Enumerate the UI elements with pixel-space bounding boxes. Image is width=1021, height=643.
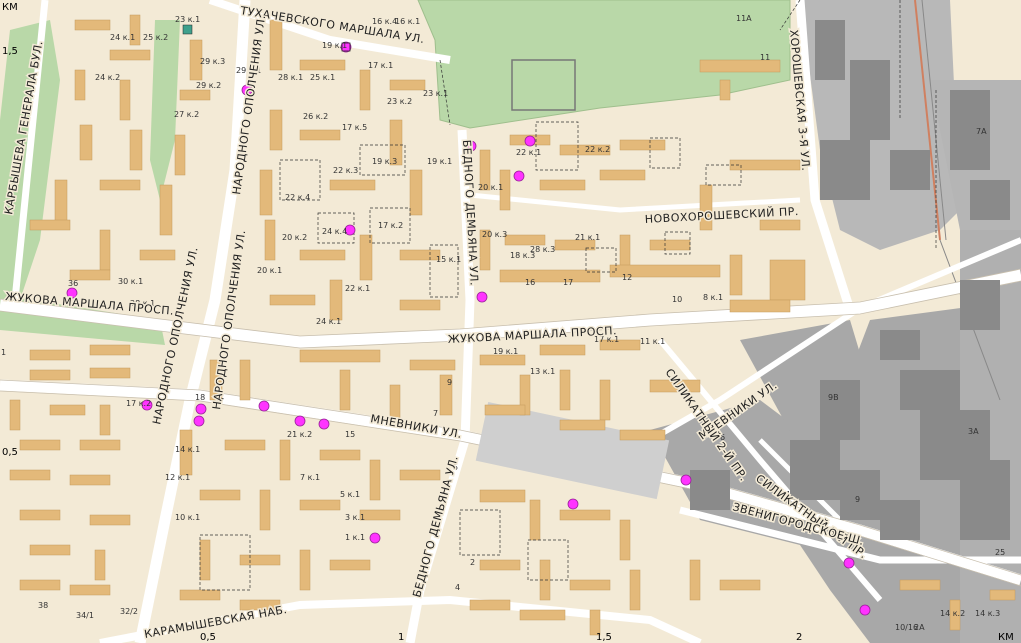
bldg-label-16: 23 к.2 xyxy=(387,97,412,106)
bldg-label-18: 26 к.2 xyxy=(303,112,328,121)
bldg-label-71: 9 xyxy=(855,495,860,504)
scale-bottom-2: 2 xyxy=(796,632,802,643)
bldg-label-19: 19 к.3 xyxy=(372,157,397,166)
bldg-label-48: 11 к.1 xyxy=(640,337,665,346)
bldg-label-11: 27 к.2 xyxy=(174,110,199,119)
bldg-label-17: 25 к.1 xyxy=(310,73,335,82)
map-viewport[interactable]: 23 к.1 19 к.1 16 к.4 16 к.1 24 к.1 24 к.… xyxy=(0,0,1021,643)
bldg-label-36: 12 xyxy=(622,273,632,282)
bldg-label-27: 22 к.1 xyxy=(516,148,541,157)
bldg-label-34: 16 xyxy=(525,278,535,287)
bldg-label-20: 22 к.3 xyxy=(333,166,358,175)
bldg-label-9: 29 к.2 xyxy=(196,81,221,90)
metro-marker xyxy=(182,24,193,35)
bldg-label-42: 24 к.1 xyxy=(316,317,341,326)
bldg-label-1: 23 к.1 xyxy=(175,15,200,24)
bldg-label-80: 5 к.1 xyxy=(340,490,360,499)
bldg-label-47: 13 к.1 xyxy=(530,367,555,376)
bldg-label-76: 14 к.3 xyxy=(975,609,1000,618)
bldg-label-2: 19 к.1 xyxy=(322,41,347,50)
bldg-label-65: 11А xyxy=(736,14,752,23)
bldg-label-24: 17 к.2 xyxy=(378,221,403,230)
bldg-label-49: 17 к.2 xyxy=(126,399,151,408)
bldg-label-66: 7А xyxy=(976,127,987,136)
bldg-label-74: 10/16 xyxy=(895,623,918,632)
scale-bottom-1: 1 xyxy=(398,632,404,643)
bldg-label-40: 30 к.1 xyxy=(118,277,143,286)
bldg-label-7: 25 к.2 xyxy=(143,33,168,42)
bldg-label-39: 36 xyxy=(68,279,78,288)
bldg-label-77: 38 xyxy=(38,601,48,610)
bldg-label-79: 32/2 xyxy=(120,607,138,616)
bldg-label-55: 12 к.1 xyxy=(165,473,190,482)
bldg-label-75: 14 к.2 xyxy=(940,609,965,618)
bldg-label-44: 20 к.1 xyxy=(257,266,282,275)
bldg-label-54: 14 к.1 xyxy=(175,445,200,454)
scale-bottom-15: 1,5 xyxy=(596,632,612,643)
bldg-label-38: 8 к.1 xyxy=(703,293,723,302)
bldg-label-30: 21 к.1 xyxy=(575,233,600,242)
bldg-label-82: 3 к.1 xyxy=(345,513,365,522)
bldg-label-57: 9 xyxy=(447,378,452,387)
bldg-label-56: 10 к.1 xyxy=(175,513,200,522)
bldg-label-23: 24 к.4 xyxy=(322,227,347,236)
bldg-label-61: 1 xyxy=(1,348,6,357)
bldg-label-58: 7 xyxy=(433,409,438,418)
bldg-label-12: 28 к.1 xyxy=(278,73,303,82)
bldg-label-64: 11 xyxy=(760,53,770,62)
scale-left-mid: 0,5 xyxy=(2,447,18,458)
bldg-label-33: 15 к.1 xyxy=(436,255,461,264)
bldg-label-45: 19 к.1 xyxy=(493,347,518,356)
bldg-label-28: 22 к.2 xyxy=(585,145,610,154)
bldg-label-37: 10 xyxy=(672,295,682,304)
bldg-label-68: 25 xyxy=(995,548,1005,557)
bldg-label-83: 1 к.1 xyxy=(345,533,365,542)
bldg-label-50: 18 xyxy=(195,393,205,402)
bldg-label-25: 19 к.1 xyxy=(427,157,452,166)
bldg-label-29: 20 к.3 xyxy=(482,230,507,239)
scale-km-bottom: КМ xyxy=(998,632,1014,643)
bldg-label-62: 4 xyxy=(455,583,460,592)
scale-left-top: 1,5 xyxy=(2,46,18,57)
bldg-label-14: 17 к.5 xyxy=(342,123,367,132)
bldg-label-6: 24 к.2 xyxy=(95,73,120,82)
bldg-label-5: 24 к.1 xyxy=(110,33,135,42)
bldg-label-63: 2 xyxy=(470,558,475,567)
bldg-label-35: 17 xyxy=(563,278,573,287)
bldg-label-8: 29 к.3 xyxy=(200,57,225,66)
scale-bottom-05: 0,5 xyxy=(200,632,216,643)
bldg-label-43: 22 к.1 xyxy=(345,284,370,293)
bldg-label-13: 17 к.1 xyxy=(368,61,393,70)
bldg-label-53: 15 xyxy=(345,430,355,439)
bldg-label-15: 23 к.1 xyxy=(423,89,448,98)
map-canvas: 23 к.1 19 к.1 16 к.4 16 к.1 24 к.1 24 к.… xyxy=(0,0,1021,643)
bldg-label-52: 21 к.2 xyxy=(287,430,312,439)
bldg-label-22: 20 к.2 xyxy=(282,233,307,242)
bldg-label-4: 16 к.1 xyxy=(395,17,420,26)
bldg-label-72: 3А xyxy=(968,427,979,436)
scale-km-top: КМ xyxy=(2,2,18,13)
bldg-label-26: 20 к.1 xyxy=(478,183,503,192)
bldg-label-32: 18 к.3 xyxy=(510,251,535,260)
bldg-label-81: 7 к.1 xyxy=(300,473,320,482)
bldg-label-21: 22 к.4 xyxy=(285,193,310,202)
bldg-label-67: 9В xyxy=(828,393,839,402)
bldg-label-78: 34/1 xyxy=(76,611,94,620)
